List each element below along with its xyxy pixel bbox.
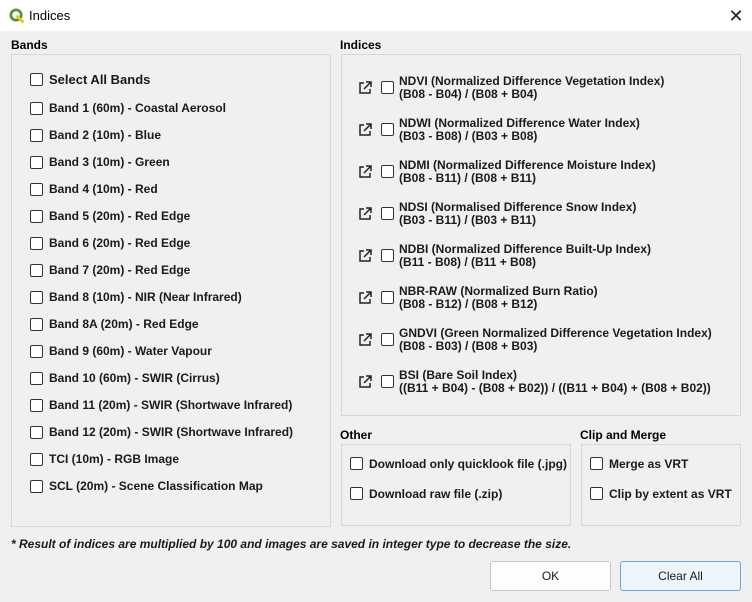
window-title: Indices [29,8,71,23]
raw-file-checkbox[interactable] [350,487,363,500]
raw-file-label: Download raw file (.zip) [369,487,503,501]
band-checkbox[interactable] [30,264,43,277]
index-formula: (B08 - B11) / (B08 + B11) [399,171,537,185]
index-checkbox[interactable] [381,123,394,136]
external-link-icon[interactable] [357,164,373,180]
band-checkbox[interactable] [30,183,43,196]
band-checkbox[interactable] [30,156,43,169]
clip-merge-heading: Clip and Merge [580,428,667,442]
index-formula: (B08 - B12) / (B08 + B12) [399,297,538,311]
index-formula: (B08 - B03) / (B08 + B03) [399,339,538,353]
band-label: Band 12 (20m) - SWIR (Shortwave Infrared… [49,425,294,439]
clip-extent-label: Clip by extent as VRT [609,487,732,501]
index-checkbox[interactable] [381,249,394,262]
band-label: TCI (10m) - RGB Image [49,452,180,466]
band-label: Band 5 (20m) - Red Edge [49,209,191,223]
qgis-logo-icon [9,8,24,23]
band-checkbox[interactable] [30,129,43,142]
band-label: Band 4 (10m) - Red [49,182,158,196]
indices-group [341,54,741,416]
band-label: Band 7 (20m) - Red Edge [49,263,191,277]
external-link-icon[interactable] [357,80,373,96]
external-link-icon[interactable] [357,122,373,138]
index-checkbox[interactable] [381,375,394,388]
index-formula: ((B11 + B04) - (B08 + B02)) / ((B11 + B0… [399,381,711,395]
band-checkbox[interactable] [30,480,43,493]
merge-vrt-label: Merge as VRT [609,457,689,471]
other-heading: Other [340,428,373,442]
index-formula: (B11 - B08) / (B11 + B08) [399,255,537,269]
band-label: Band 11 (20m) - SWIR (Shortwave Infrared… [49,398,293,412]
index-checkbox[interactable] [381,165,394,178]
band-label: Band 10 (60m) - SWIR (Cirrus) [49,371,220,385]
index-checkbox[interactable] [381,333,394,346]
quicklook-checkbox[interactable] [350,457,363,470]
band-checkbox[interactable] [30,237,43,250]
index-formula: (B03 - B08) / (B03 + B08) [399,129,538,143]
clip-extent-checkbox[interactable] [590,487,603,500]
indices-heading: Indices [340,38,382,52]
band-label: Band 3 (10m) - Green [49,155,170,169]
select-all-bands-label: Select All Bands [49,72,151,87]
quicklook-label: Download only quicklook file (.jpg) [369,457,567,471]
band-checkbox[interactable] [30,291,43,304]
external-link-icon[interactable] [357,248,373,264]
ok-button[interactable]: OK [490,561,611,591]
band-checkbox[interactable] [30,345,43,358]
footnote: * Result of indices are multiplied by 10… [11,537,572,551]
band-label: Band 8A (20m) - Red Edge [49,317,199,331]
band-checkbox[interactable] [30,102,43,115]
band-checkbox[interactable] [30,399,43,412]
band-checkbox[interactable] [30,318,43,331]
merge-vrt-checkbox[interactable] [590,457,603,470]
bands-heading: Bands [11,38,48,52]
index-checkbox[interactable] [381,207,394,220]
band-label: Band 9 (60m) - Water Vapour [49,344,212,358]
select-all-bands-checkbox[interactable] [30,73,43,86]
close-icon[interactable]: ✕ [726,6,746,26]
band-label: Band 8 (10m) - NIR (Near Infrared) [49,290,242,304]
band-label: Band 1 (60m) - Coastal Aerosol [49,101,226,115]
index-checkbox[interactable] [381,81,394,94]
title-bar: Indices ✕ [0,0,752,31]
band-checkbox[interactable] [30,210,43,223]
band-checkbox[interactable] [30,372,43,385]
index-checkbox[interactable] [381,291,394,304]
band-checkbox[interactable] [30,426,43,439]
index-formula: (B03 - B11) / (B03 + B11) [399,213,537,227]
external-link-icon[interactable] [357,374,373,390]
clear-all-button[interactable]: Clear All [620,561,741,591]
external-link-icon[interactable] [357,290,373,306]
external-link-icon[interactable] [357,332,373,348]
band-label: SCL (20m) - Scene Classification Map [49,479,263,493]
external-link-icon[interactable] [357,206,373,222]
band-label: Band 6 (20m) - Red Edge [49,236,191,250]
index-formula: (B08 - B04) / (B08 + B04) [399,87,538,101]
band-checkbox[interactable] [30,453,43,466]
band-label: Band 2 (10m) - Blue [49,128,162,142]
